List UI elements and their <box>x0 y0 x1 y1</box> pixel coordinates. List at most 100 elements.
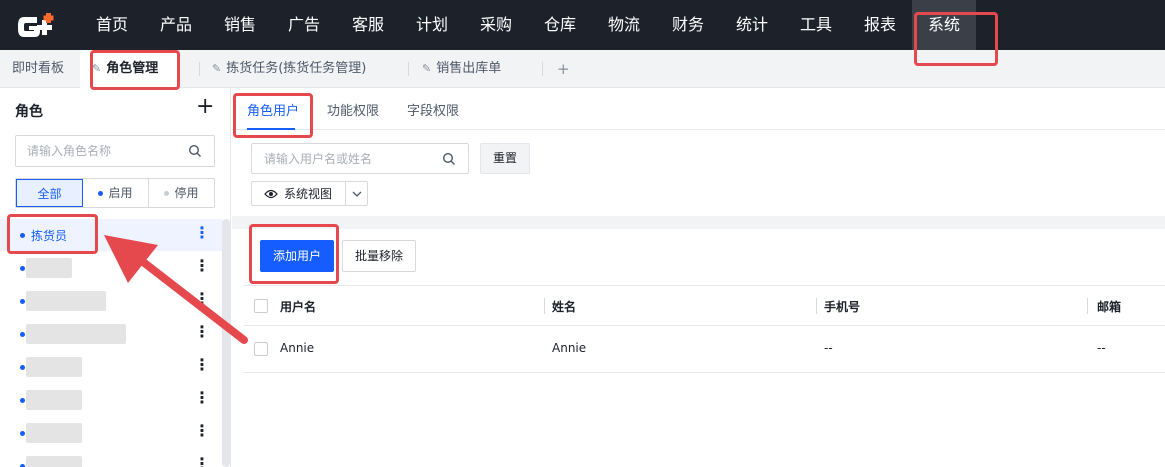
tab-divider <box>542 62 543 76</box>
nav-item[interactable]: 财务 <box>656 0 720 50</box>
search-icon[interactable] <box>188 144 202 158</box>
status-filter-option[interactable]: 全部 <box>16 179 83 207</box>
nav-item[interactable]: 系统 <box>912 0 976 50</box>
nav-item[interactable]: 工具 <box>784 0 848 50</box>
blurred-role-name <box>26 357 82 377</box>
nav-item[interactable]: 报表 <box>848 0 912 50</box>
status-dot-icon <box>20 266 25 271</box>
status-dot-icon <box>20 431 25 436</box>
section-divider <box>232 216 1165 229</box>
more-options-icon[interactable]: ⋮ <box>194 223 210 242</box>
role-list-scrollbar[interactable] <box>222 219 230 467</box>
cell-name: Annie <box>552 341 587 355</box>
active-tab-indicator <box>247 128 295 130</box>
role-list-item[interactable]: ⋮ <box>0 285 222 317</box>
role-list-item[interactable]: ⋮ <box>0 351 222 383</box>
more-options-icon[interactable]: ⋮ <box>194 289 210 308</box>
nav-item[interactable]: 物流 <box>592 0 656 50</box>
role-list-item[interactable]: ⋮ <box>0 252 222 284</box>
add-tab-button[interactable]: + <box>557 50 570 88</box>
user-search-input[interactable] <box>264 152 434 166</box>
role-list-item[interactable]: ⋮ <box>0 318 222 350</box>
tab-divider <box>199 62 200 76</box>
top-navbar: 首页 产品 销售 广告 客服 计划 采购 仓库 物流 财务 统计 工具 报表 系统 <box>0 0 1165 50</box>
pin-icon[interactable]: ✎ <box>422 62 431 75</box>
role-search-input[interactable] <box>27 144 187 158</box>
role-search-box[interactable] <box>15 135 215 167</box>
role-list-item[interactable]: ⋮ <box>0 450 222 467</box>
more-options-icon[interactable]: ⋮ <box>194 256 210 275</box>
column-header-phone: 手机号 <box>824 300 861 314</box>
role-list-item[interactable]: ⋮ <box>0 417 222 449</box>
tab[interactable]: 即时看板 <box>0 50 76 88</box>
eye-icon <box>264 189 278 198</box>
more-options-icon[interactable]: ⋮ <box>194 322 210 341</box>
tab[interactable]: ✎ 角色管理 <box>80 50 180 88</box>
nav-item[interactable]: 销售 <box>208 0 272 50</box>
blurred-role-name <box>26 423 82 443</box>
filter-label: 全部 <box>37 187 62 201</box>
status-filter-option[interactable]: 启用 <box>83 179 149 207</box>
cell-email: -- <box>1097 341 1106 355</box>
main-panel: 角色用户 功能权限 字段权限 重置 系统视图 <box>232 88 1165 467</box>
subtab[interactable]: 字段权限 <box>407 100 459 119</box>
main-nav: 首页 产品 销售 广告 客服 计划 采购 仓库 物流 财务 统计 工具 报表 系统 <box>80 0 976 50</box>
batch-remove-button[interactable]: 批量移除 <box>342 240 416 272</box>
status-dot-icon <box>20 332 25 337</box>
role-sidebar: 角色 + 全部 启用 停用 拣货员 ⋮ ⋮ ⋮ ⋮ ⋮ ⋮ ⋮ ⋮ <box>0 88 231 467</box>
view-label: 系统视图 <box>284 187 333 201</box>
select-all-checkbox[interactable] <box>254 299 268 313</box>
subtab[interactable]: 功能权限 <box>327 100 379 119</box>
user-table-card: 添加用户 批量移除 用户名 姓名 手机号 邮箱 Annie Annie -- -… <box>244 229 1165 467</box>
user-search-box[interactable] <box>251 143 469 174</box>
add-role-button[interactable]: + <box>196 94 214 119</box>
nav-item[interactable]: 客服 <box>336 0 400 50</box>
more-options-icon[interactable]: ⋮ <box>194 421 210 440</box>
tab[interactable]: ✎ 拣货任务(拣货任务管理) <box>200 50 410 88</box>
subtab[interactable]: 角色用户 <box>247 100 299 119</box>
more-options-icon[interactable]: ⋮ <box>194 454 210 467</box>
view-select-main[interactable]: 系统视图 <box>252 182 346 205</box>
status-filter-option[interactable]: 停用 <box>149 179 214 207</box>
column-header-username: 用户名 <box>280 300 317 314</box>
nav-item[interactable]: 产品 <box>144 0 208 50</box>
pin-icon[interactable]: ✎ <box>212 62 221 75</box>
nav-item[interactable]: 首页 <box>80 0 144 50</box>
tab-label: 销售出库单 <box>436 61 502 76</box>
nav-item[interactable]: 采购 <box>464 0 528 50</box>
nav-item[interactable]: 统计 <box>720 0 784 50</box>
status-dot-icon <box>20 299 25 304</box>
app-window: 首页 产品 销售 广告 客服 计划 采购 仓库 物流 财务 统计 工具 报表 系统 即时看板 ✎ 角色管理 ✎ 拣… <box>0 0 1165 467</box>
cell-phone: -- <box>824 341 833 355</box>
role-list-item[interactable]: ⋮ <box>0 384 222 416</box>
column-divider <box>1087 298 1088 314</box>
nav-item[interactable]: 仓库 <box>528 0 592 50</box>
blurred-role-name <box>26 258 72 278</box>
search-icon[interactable] <box>442 152 456 166</box>
role-detail-tabs: 角色用户 功能权限 字段权限 <box>232 88 1165 130</box>
blurred-role-name <box>26 324 126 344</box>
tab-label: 拣货任务(拣货任务管理) <box>226 61 367 76</box>
chevron-down-icon <box>352 191 361 197</box>
nav-item[interactable]: 广告 <box>272 0 336 50</box>
pin-icon[interactable]: ✎ <box>92 62 101 75</box>
status-dot-icon <box>20 233 25 238</box>
status-dot-icon <box>98 191 104 196</box>
nav-item[interactable]: 计划 <box>400 0 464 50</box>
add-user-button[interactable]: 添加用户 <box>260 240 334 272</box>
logo-icon[interactable] <box>15 11 65 41</box>
blurred-role-name <box>26 456 82 467</box>
reset-button[interactable]: 重置 <box>480 143 530 174</box>
row-checkbox[interactable] <box>254 342 268 356</box>
tab-label: 即时看板 <box>12 61 65 76</box>
tab[interactable]: ✎ 销售出库单 <box>410 50 540 88</box>
role-list: 拣货员 ⋮ ⋮ ⋮ ⋮ ⋮ ⋮ ⋮ ⋮ <box>0 219 222 467</box>
role-list-item[interactable]: 拣货员 ⋮ <box>0 219 222 251</box>
more-options-icon[interactable]: ⋮ <box>194 388 210 407</box>
status-dot-icon <box>164 191 170 196</box>
column-divider <box>544 298 545 314</box>
view-dropdown-toggle[interactable] <box>346 182 367 205</box>
view-selector[interactable]: 系统视图 <box>251 181 368 206</box>
table-row[interactable]: Annie Annie -- -- <box>244 326 1165 373</box>
more-options-icon[interactable]: ⋮ <box>194 355 210 374</box>
